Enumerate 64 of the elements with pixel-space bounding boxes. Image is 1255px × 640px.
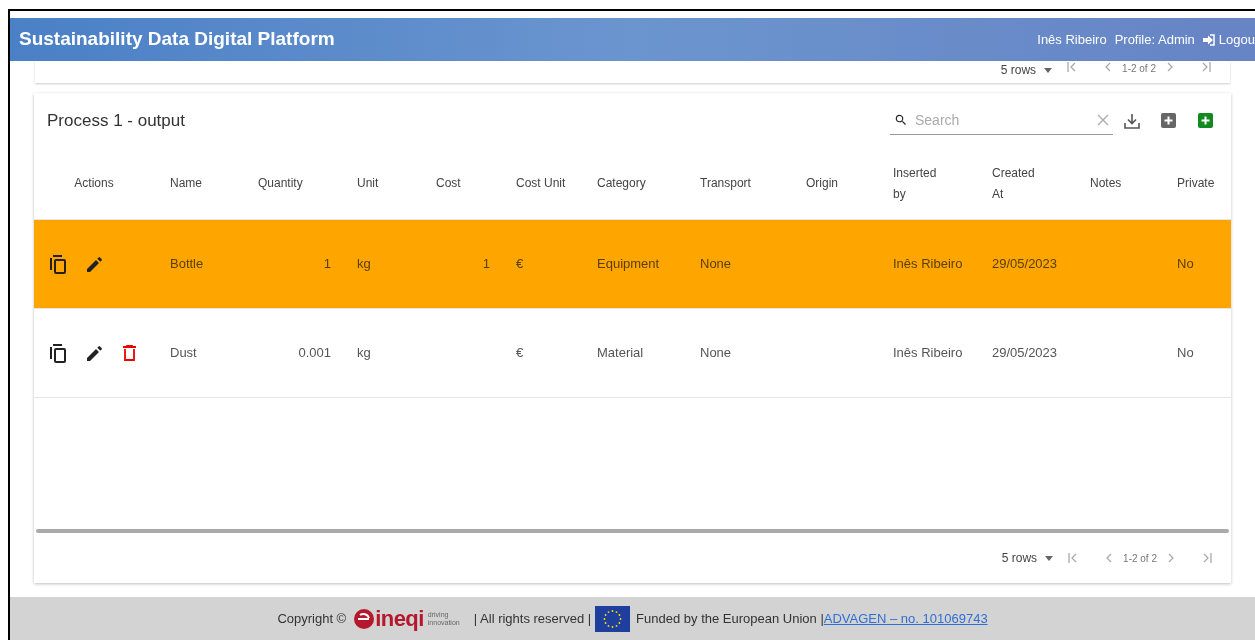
column-header[interactable]: Inserted by: [893, 162, 943, 205]
table-cell-text: 1: [323, 255, 331, 274]
app-title: Sustainability Data Digital Platform: [19, 27, 335, 52]
column-header[interactable]: Notes: [1090, 173, 1122, 194]
search-field[interactable]: Search: [915, 109, 1090, 131]
eu-flag-icon: [595, 605, 631, 632]
column-header[interactable]: Category: [597, 173, 646, 194]
column-header[interactable]: Unit: [357, 173, 379, 194]
table-cell-text: Material: [597, 344, 644, 363]
user-name: Inês Ribeiro: [1037, 30, 1107, 49]
profile-label: Profile: Admin: [1114, 30, 1195, 49]
add-icon[interactable]: [1198, 113, 1213, 128]
clear-icon[interactable]: [1097, 114, 1109, 126]
rows-per-page-select[interactable]: 5 rows: [1001, 549, 1054, 567]
last-page-icon[interactable]: [1200, 61, 1212, 73]
trash-icon[interactable]: [123, 345, 136, 361]
scrollbar[interactable]: [36, 529, 1229, 533]
table-cell-text: €: [516, 344, 524, 363]
table-cell-text: Inês Ribeiro: [893, 255, 963, 274]
table-cell-text: Equipment: [597, 255, 660, 274]
table-cell-text: kg: [357, 255, 371, 274]
search-icon: [894, 113, 908, 127]
table-row[interactable]: Dust 0.001 kg € Material None Inês Ribeiro 29/05/2023 No: [34, 309, 1231, 398]
add-icon[interactable]: [1161, 113, 1176, 128]
table-cell-text: kg: [357, 344, 371, 363]
funding-text: Funded by the European Union |: [636, 609, 824, 628]
last-page-icon[interactable]: [1201, 552, 1213, 564]
table-cell-text: Bottle: [170, 255, 204, 274]
caret-icon: [1045, 555, 1054, 561]
table-cell-text: 29/05/2023: [992, 255, 1058, 274]
table-cell-text: None: [700, 344, 732, 363]
column-header[interactable]: Transport: [700, 173, 751, 194]
table-cell-text: Dust: [170, 344, 197, 363]
logout-icon: [1202, 33, 1215, 46]
table-cell-text: 0.001: [298, 344, 331, 363]
column-header[interactable]: Cost Unit: [516, 173, 566, 194]
column-header[interactable]: Cost: [436, 173, 461, 194]
caret-icon: [1044, 67, 1053, 73]
table-cell-text: €: [516, 255, 524, 274]
table-cell-text: No: [1177, 344, 1194, 363]
table-cell-text: 29/05/2023: [992, 344, 1058, 363]
table-cell-text: No: [1177, 255, 1194, 274]
copy-icon[interactable]: [50, 343, 67, 363]
card-title: Process 1 - output: [47, 109, 185, 132]
column-header[interactable]: Origin: [806, 173, 838, 194]
page-range: 1-2 of 2: [1122, 62, 1156, 76]
column-header[interactable]: Actions: [74, 173, 114, 194]
copyright-text: Copyright ©: [277, 609, 347, 628]
column-header[interactable]: Quantity: [258, 173, 303, 194]
logout-link[interactable]: Logou: [1202, 29, 1255, 50]
table-row[interactable]: Bottle 1 kg 1 € Equipment None Inês Ribeiro 29/05/2023 No: [34, 220, 1231, 309]
column-header[interactable]: Created At: [992, 162, 1042, 205]
table-cell-text: 1: [482, 255, 490, 274]
rows-per-page-select[interactable]: 5 rows: [1000, 61, 1053, 79]
copy-icon[interactable]: [50, 254, 67, 274]
page-range: 1-2 of 2: [1123, 551, 1157, 566]
column-header[interactable]: Private: [1177, 173, 1215, 194]
download-icon[interactable]: [1123, 111, 1141, 130]
column-header[interactable]: Name: [170, 173, 202, 194]
edit-icon[interactable]: [87, 256, 103, 272]
table-cell-text: Inês Ribeiro: [893, 344, 963, 363]
table-cell-text: None: [700, 255, 732, 274]
edit-icon[interactable]: [87, 345, 103, 361]
rights-text: | All rights reserved |: [473, 609, 592, 628]
